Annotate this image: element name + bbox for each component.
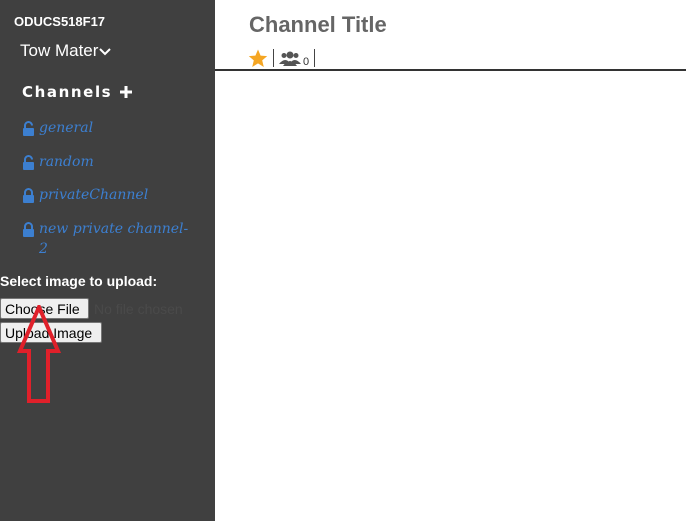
channel-name: random <box>39 154 94 170</box>
locked-lock-icon <box>23 188 34 203</box>
channel-name: new private channel-2 <box>39 221 189 257</box>
user-name: Tow Mater <box>20 41 99 60</box>
separator <box>273 49 274 67</box>
channels-heading-label: Channels <box>22 83 113 101</box>
header-divider <box>215 69 686 71</box>
channel-link-general[interactable]: general <box>22 118 197 138</box>
locked-lock-icon <box>23 222 34 237</box>
users-icon[interactable] <box>279 51 301 66</box>
add-channel-button[interactable] <box>120 86 133 98</box>
channels-heading: Channels <box>22 83 133 101</box>
channel-link-random[interactable]: random <box>22 152 197 172</box>
unlocked-lock-icon <box>23 155 34 170</box>
plus-icon <box>120 86 133 98</box>
chevron-down-icon <box>99 48 112 56</box>
channel-meta: 0 <box>248 47 320 69</box>
team-name: ODUCS518F17 <box>14 14 106 29</box>
user-menu[interactable]: Tow Mater <box>20 41 112 61</box>
channel-name: privateChannel <box>39 187 149 203</box>
no-file-status: No file chosen <box>94 301 183 317</box>
channel-name: general <box>39 120 94 136</box>
member-count: 0 <box>303 56 310 68</box>
unlocked-lock-icon <box>23 121 34 136</box>
channel-title: Channel Title <box>249 12 387 37</box>
separator <box>314 49 316 67</box>
annotation-arrow-icon <box>16 305 62 403</box>
sidebar: ODUCS518F17 Tow Mater Channels general r… <box>0 0 215 521</box>
star-icon[interactable] <box>248 49 268 68</box>
channel-link-privatechannel[interactable]: privateChannel <box>22 185 197 205</box>
upload-label: Select image to upload: <box>0 273 158 289</box>
channel-link-new-private-channel-2[interactable]: new private channel-2 <box>22 219 197 259</box>
